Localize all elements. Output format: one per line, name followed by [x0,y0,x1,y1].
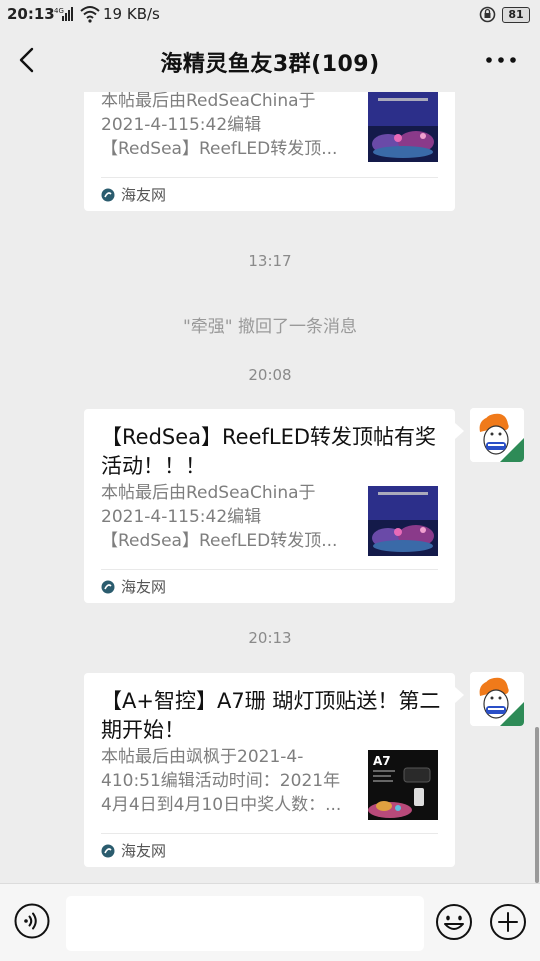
time-divider: 20:13 [248,629,292,647]
scrollbar[interactable] [535,727,539,883]
card-divider [101,833,438,834]
input-bar [0,883,540,961]
battery-indicator: 81 [502,7,530,23]
card-description: 本帖最后由RedSeaChina于2021-4-115:42编辑【RedSea】… [101,483,338,551]
wifi-icon [80,5,100,27]
status-time: 20:13 [7,5,55,23]
chat-title: 海精灵鱼友3群(109) [160,52,380,77]
card-source-label: 海友网 [121,842,167,860]
signal-icon: 4G [54,6,74,26]
voice-icon [14,903,50,939]
bubble-tail [455,687,464,703]
card-title: 【A+智控】A7珊 瑚灯顶贴送！第二期开始！ [101,689,441,742]
source-logo-icon [101,844,115,857]
svg-text:A7: A7 [373,754,391,768]
svg-text:4G: 4G [54,7,64,15]
time-divider: 20:08 [248,366,292,384]
more-button[interactable] [484,45,518,75]
alarm-icon [479,6,496,27]
link-card[interactable]: 【A+智控】A7珊 瑚灯顶贴送！第二期开始！ 本帖最后由飒枫于2021-4-41… [84,673,455,867]
card-source-label: 海友网 [121,578,167,596]
emoji-button[interactable] [435,903,473,941]
message-list[interactable]: 本帖最后由RedSeaChina于2021-4-115:42编辑【RedSea】… [0,92,540,882]
avatar[interactable] [470,672,524,726]
emoji-icon [436,904,472,940]
bubble-tail [455,423,464,439]
card-thumbnail: A7 [368,750,438,820]
card-description: 本帖最后由RedSeaChina于2021-4-115:42编辑【RedSea】… [101,92,338,159]
time-divider: 13:17 [248,252,292,270]
recall-notice: "牵强" 撤回了一条消息 [182,317,358,337]
card-source: 海友网 [101,840,166,861]
card-title: 【RedSea】ReefLED转发顶帖有奖活动！！！ [101,425,437,478]
link-card[interactable]: 【RedSea】ReefLED转发顶帖有奖活动！！！ 本帖最后由RedSeaCh… [84,409,455,603]
card-thumbnail [368,486,438,556]
more-dots-icon [486,57,516,63]
voice-button[interactable] [14,903,50,939]
card-source: 海友网 [101,184,166,205]
card-source: 海友网 [101,576,166,597]
cartoon-avatar-icon [470,408,524,462]
card-divider [101,177,438,178]
status-bar: 20:13 4G 19 KB/s 81 [0,0,540,30]
card-description: 本帖最后由飒枫于2021-4-410:51编辑活动时间：2021年4月4日到4月… [101,747,342,815]
source-logo-icon [101,188,115,201]
cartoon-avatar-icon [470,672,524,726]
network-speed: 19 KB/s [103,5,160,23]
source-logo-icon [101,580,115,593]
chat-header: 海精灵鱼友3群(109) [0,30,540,90]
avatar[interactable] [470,408,524,462]
plus-button[interactable] [489,903,527,941]
card-thumbnail [368,92,438,162]
card-source-label: 海友网 [121,186,167,204]
link-card[interactable]: 本帖最后由RedSeaChina于2021-4-115:42编辑【RedSea】… [84,92,455,211]
card-divider [101,569,438,570]
plus-icon [490,904,526,940]
message-input[interactable] [66,896,424,951]
